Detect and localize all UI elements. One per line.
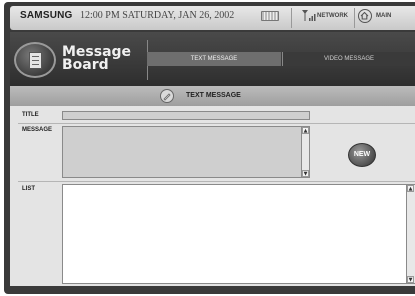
tab-bar: TEXT MESSAGE VIDEO MESSAGE: [147, 52, 415, 66]
scroll-down-arrow[interactable]: ▼: [407, 276, 414, 283]
network-label: NETWORK: [317, 13, 348, 19]
status-separator: [354, 8, 355, 28]
message-label: MESSAGE: [22, 127, 53, 133]
list-scrollbar[interactable]: ▲ ▼: [406, 185, 415, 283]
tab-video-message[interactable]: VIDEO MESSAGE: [282, 52, 415, 66]
pen-icon: [160, 89, 174, 103]
list-label: LIST: [22, 186, 35, 192]
message-field[interactable]: [62, 126, 310, 178]
datetime-label: 12:00 PM SATURDAY, JAN 26, 2002: [80, 10, 235, 21]
home-icon: [358, 9, 372, 23]
title-label: TITLE: [22, 112, 39, 118]
row-divider: [18, 181, 415, 182]
main-label: MAIN: [376, 13, 392, 19]
title-field[interactable]: [62, 111, 310, 120]
device-frame: SAMSUNG 12:00 PM SATURDAY, JAN 26, 2002 …: [0, 0, 415, 296]
message-list[interactable]: [62, 184, 415, 284]
status-separator: [291, 8, 292, 28]
document-icon: [14, 42, 56, 78]
row-divider: [18, 123, 415, 124]
brand-label: SAMSUNG: [20, 10, 73, 21]
app-title-line2: Board: [62, 57, 109, 73]
tab-text-message[interactable]: TEXT MESSAGE: [147, 52, 281, 66]
bottom-bar: [10, 286, 415, 294]
scroll-down-arrow[interactable]: ▼: [302, 170, 309, 177]
battery-icon: [261, 11, 279, 21]
scroll-up-arrow[interactable]: ▲: [302, 127, 309, 134]
app-title: Message Board: [62, 45, 142, 73]
section-title: TEXT MESSAGE: [186, 92, 241, 99]
main-button[interactable]: MAIN: [358, 8, 406, 25]
message-scrollbar[interactable]: ▲ ▼: [301, 127, 309, 177]
new-button[interactable]: NEW: [348, 143, 376, 167]
signal-icon: [302, 10, 316, 21]
scroll-up-arrow[interactable]: ▲: [407, 185, 414, 192]
